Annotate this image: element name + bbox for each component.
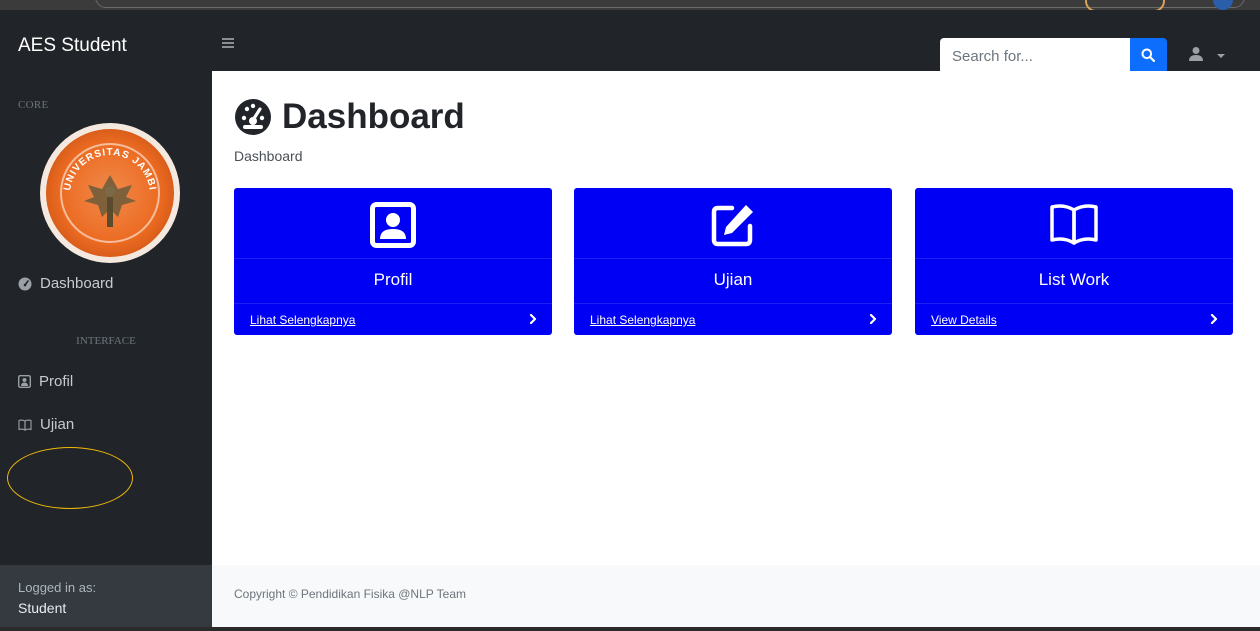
navbar-brand[interactable]: AES Student — [18, 35, 127, 57]
page-title: Dashboard — [234, 97, 465, 137]
bottom-edge — [0, 627, 1260, 631]
id-badge-icon — [18, 375, 31, 388]
page-title-text: Dashboard — [282, 97, 465, 136]
browser-top-strip — [0, 0, 1260, 12]
card-title: Profil — [373, 270, 413, 289]
sidebar-item-label: Profil — [39, 373, 74, 390]
sidebar-footer: Logged in as: Student — [0, 565, 212, 631]
tachometer-icon — [18, 277, 32, 290]
sidebar-item-profil[interactable]: Profil — [18, 373, 73, 390]
garuda-emblem-icon — [84, 175, 136, 227]
top-navbar: AES Student — [0, 10, 1260, 74]
sidebar-item-ujian[interactable]: Ujian — [18, 416, 74, 433]
card-link-list-work[interactable]: View Details — [931, 313, 997, 327]
chevron-right-icon[interactable] — [869, 314, 877, 324]
card-profil: Profil Lihat Selengkapnya — [234, 188, 552, 335]
chevron-down-icon — [1217, 54, 1225, 58]
card-link-profil[interactable]: Lihat Selengkapnya — [250, 313, 355, 327]
sidebar-heading-interface: INTERFACE — [76, 335, 136, 347]
open-book-icon — [1050, 204, 1098, 245]
sidebar-toggle-icon[interactable] — [222, 38, 234, 48]
logged-in-label: Logged in as: — [18, 580, 97, 595]
logged-in-user: Student — [18, 600, 67, 616]
card-footer: Lihat Selengkapnya — [574, 303, 892, 335]
main-content: Dashboard Dashboard Profil Lihat Selengk… — [212, 71, 1260, 631]
sidebar-item-label: Ujian — [40, 416, 75, 433]
card-list-work: List Work View Details — [915, 188, 1233, 335]
sidebar: CORE UNIVERSITAS JAMBI Dashboard INTERFA… — [0, 71, 212, 631]
edit-icon — [711, 205, 753, 247]
user-portrait-icon — [370, 202, 416, 248]
card-title: List Work — [1038, 270, 1110, 289]
chevron-right-icon[interactable] — [529, 314, 537, 324]
search-button[interactable] — [1130, 38, 1167, 74]
search-input[interactable] — [940, 38, 1130, 74]
university-logo: UNIVERSITAS JAMBI — [40, 123, 180, 263]
chevron-right-icon[interactable] — [1210, 314, 1218, 324]
card-link-ujian[interactable]: Lihat Selengkapnya — [590, 313, 695, 327]
user-dropdown[interactable] — [1188, 46, 1228, 66]
card-ujian: Ujian Lihat Selengkapnya — [574, 188, 892, 335]
search-icon — [1141, 48, 1155, 62]
breadcrumb: Dashboard — [234, 148, 303, 164]
tachometer-icon — [235, 99, 271, 135]
browser-address-bar-edge — [95, 0, 1245, 8]
page-footer: Copyright © Pendidikan Fisika @NLP Team — [212, 565, 1260, 628]
browser-profile-icon[interactable] — [1213, 0, 1233, 10]
sidebar-item-dashboard[interactable]: Dashboard — [18, 275, 113, 292]
card-title: Ujian — [713, 270, 753, 289]
copyright-text: Copyright © Pendidikan Fisika @NLP Team — [234, 587, 467, 601]
book-icon — [18, 419, 32, 431]
annotation-ellipse — [7, 447, 133, 509]
user-icon — [1189, 47, 1203, 61]
sidebar-item-label: Dashboard — [40, 275, 114, 292]
card-footer: Lihat Selengkapnya — [234, 303, 552, 335]
card-footer: View Details — [915, 303, 1233, 335]
sidebar-heading-core: CORE — [18, 99, 49, 111]
